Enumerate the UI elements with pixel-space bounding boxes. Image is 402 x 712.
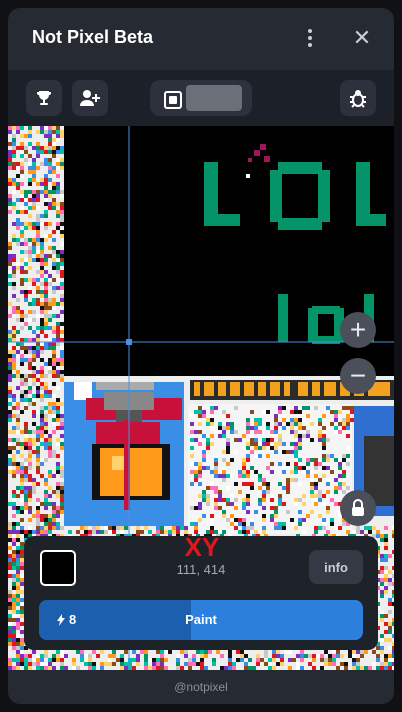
bug-report-button[interactable] <box>340 80 376 116</box>
selected-color-swatch[interactable] <box>40 550 76 586</box>
title-bar: Not Pixel Beta ✕ <box>8 8 394 70</box>
trophy-icon <box>37 91 51 105</box>
color-picker-button[interactable] <box>150 80 252 116</box>
zoom-in-button[interactable]: + <box>340 312 376 348</box>
bug-icon <box>350 90 366 108</box>
footer-handle[interactable]: @notpixel <box>8 670 394 704</box>
coordinates-readout: 111, 414 <box>176 562 226 577</box>
current-color-swatch <box>186 85 242 111</box>
paint-label: Paint <box>185 612 217 627</box>
pixel-canvas-area: + − XY 111, 414 info 8 Paint <box>8 70 394 670</box>
leaderboard-button[interactable] <box>26 80 62 116</box>
paint-button[interactable]: 8 Paint <box>39 600 363 640</box>
zoom-out-button[interactable]: − <box>340 358 376 394</box>
app-window: Not Pixel Beta ✕ + − XY 111, 414 info 8 … <box>8 8 394 704</box>
add-user-icon <box>80 90 100 106</box>
svg-text:XY: XY <box>185 536 220 560</box>
art-creature <box>64 382 184 526</box>
invite-friends-button[interactable] <box>72 80 108 116</box>
paint-panel: XY 111, 414 info 8 Paint <box>24 536 378 650</box>
window-title: Not Pixel Beta <box>32 27 154 47</box>
info-button[interactable]: info <box>309 550 363 584</box>
xy-marker: XY <box>185 536 220 560</box>
stop-square-icon <box>164 91 182 109</box>
crosshair-center <box>126 339 132 345</box>
canvas-toolbar <box>8 70 394 126</box>
lock-button[interactable] <box>340 490 376 526</box>
lock-icon <box>352 499 364 516</box>
more-options-icon[interactable] <box>298 26 322 50</box>
close-icon[interactable]: ✕ <box>350 26 374 50</box>
